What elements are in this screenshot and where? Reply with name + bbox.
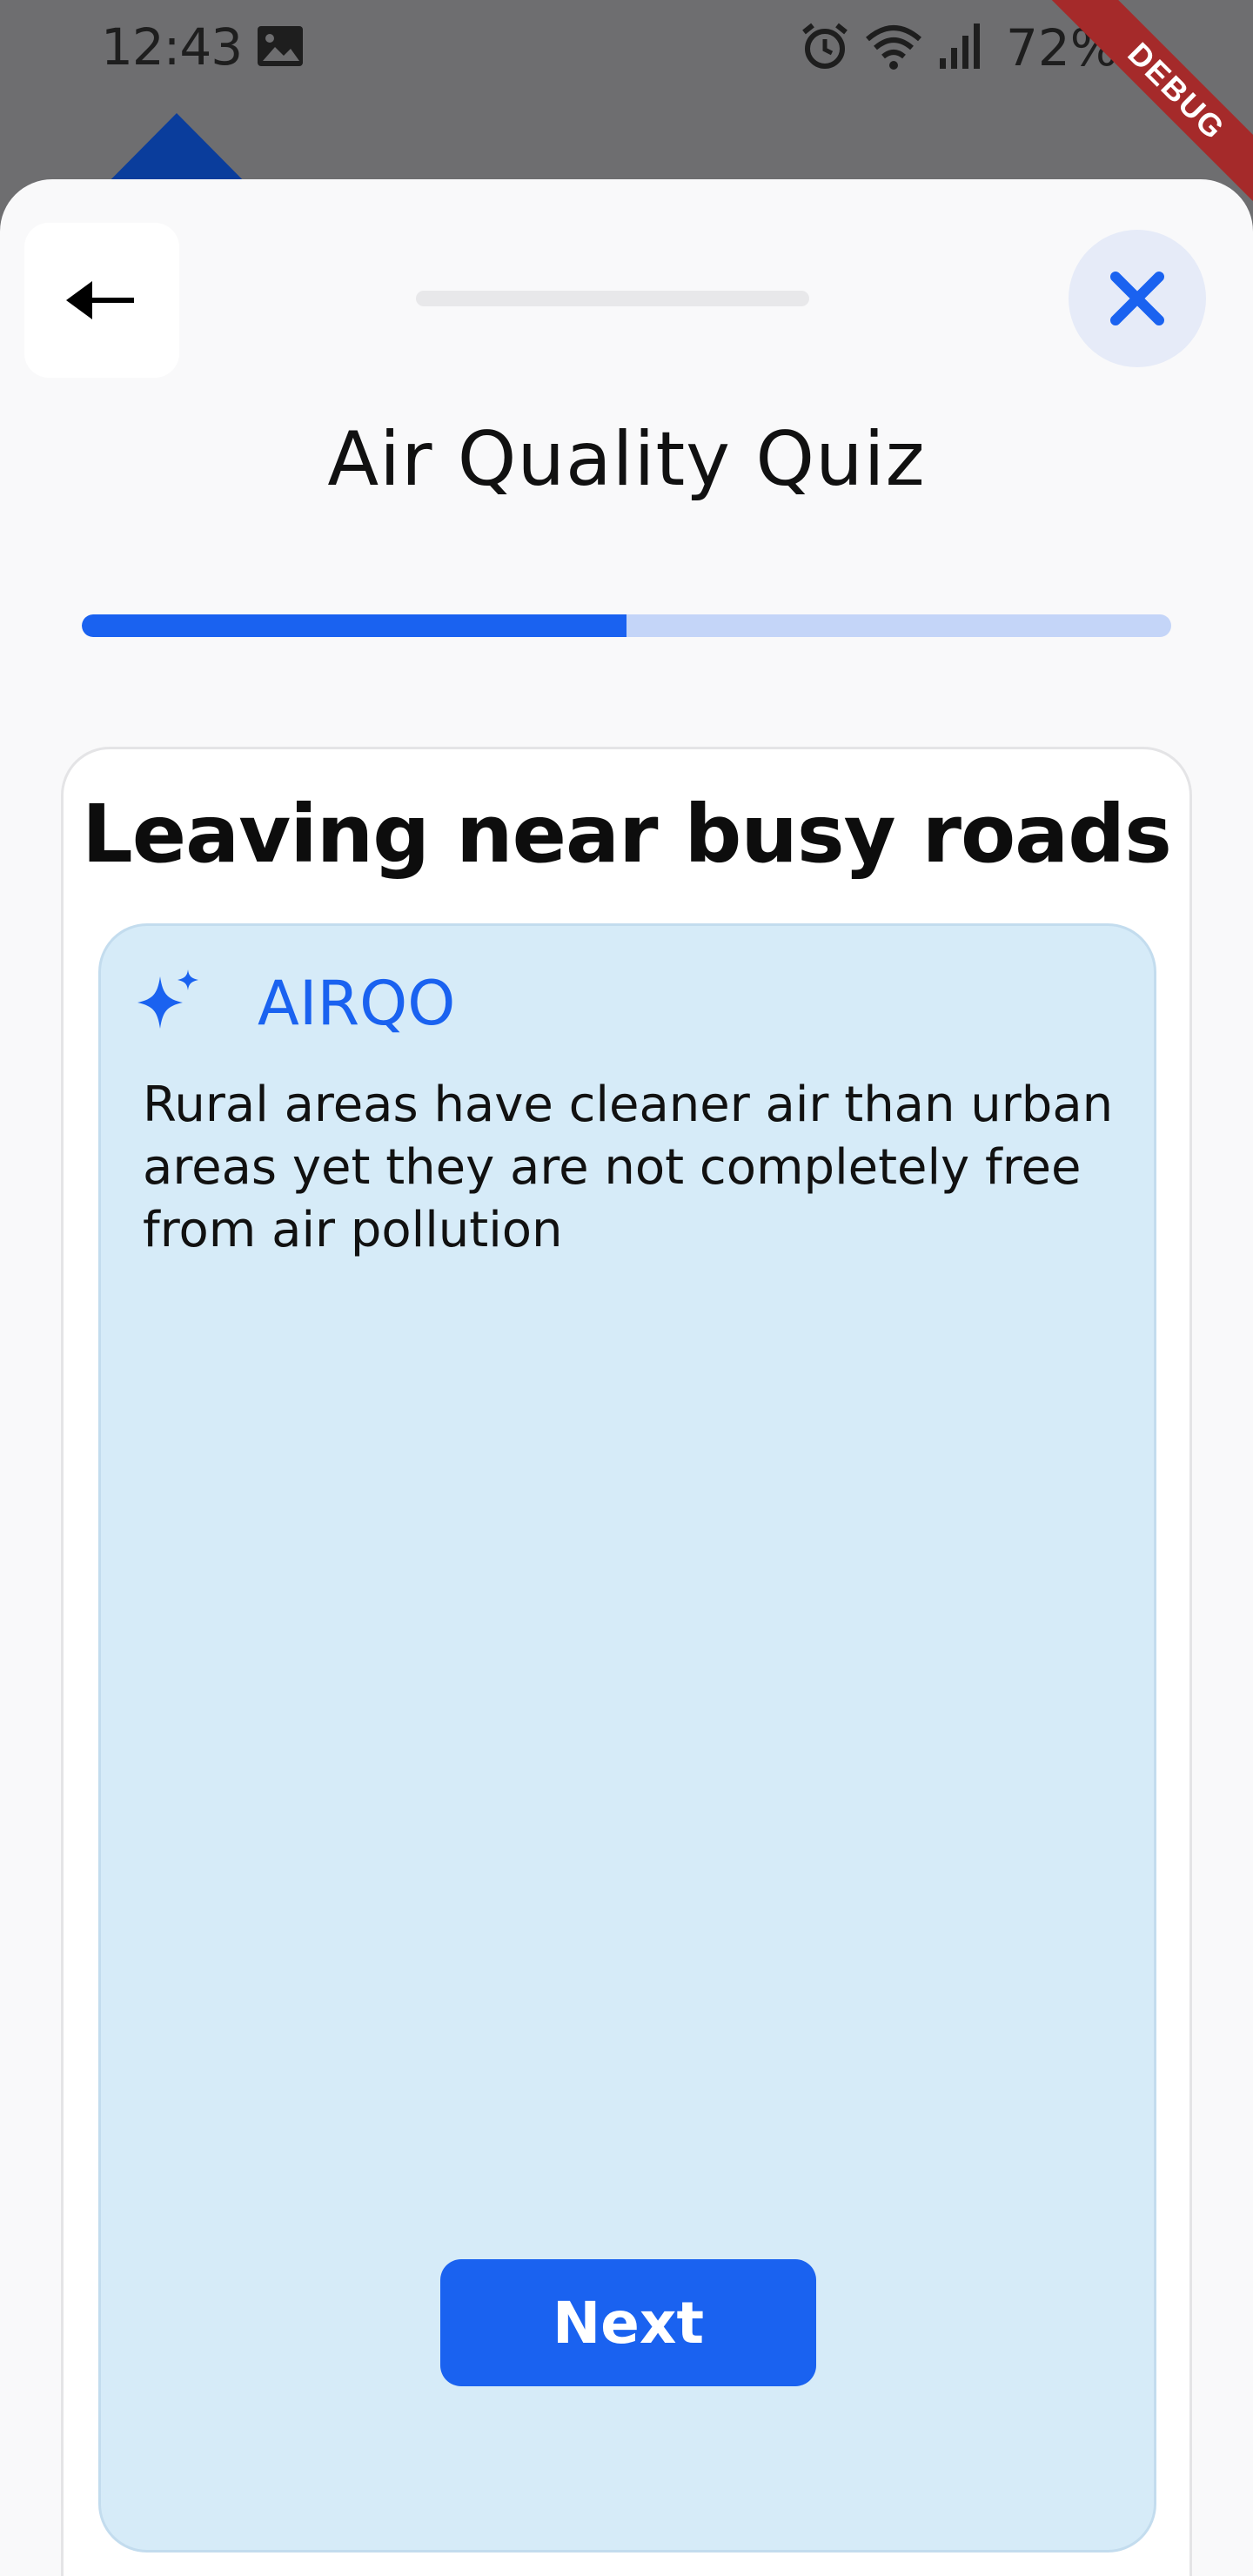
- gallery-icon: [256, 24, 305, 68]
- sparkle-icon: [137, 969, 198, 1029]
- back-button[interactable]: [24, 223, 179, 378]
- next-button[interactable]: Next: [440, 2259, 816, 2386]
- signal-icon: [936, 20, 985, 77]
- close-icon: [1110, 272, 1164, 325]
- battery-level: 72%: [1006, 18, 1118, 77]
- quiz-card: Leaving near busy roads AIRQO Rural area…: [61, 747, 1192, 2576]
- close-button[interactable]: [1069, 230, 1206, 367]
- card-title: Leaving near busy roads: [82, 788, 1172, 881]
- wifi-icon: [863, 20, 924, 77]
- info-box: AIRQO Rural areas have cleaner air than …: [98, 923, 1156, 2553]
- quiz-sheet: Air Quality Quiz Leaving near busy roads…: [0, 179, 1253, 2576]
- drag-handle[interactable]: [416, 291, 809, 306]
- alarm-icon: [799, 20, 851, 77]
- status-bar: 12:43 72%: [0, 0, 1253, 96]
- status-right: 72%: [799, 17, 1118, 78]
- quiz-progress-fill: [82, 614, 626, 637]
- brand-label: AIRQO: [258, 968, 456, 1039]
- status-time: 12:43: [101, 17, 243, 77]
- quiz-title: Air Quality Quiz: [327, 416, 926, 503]
- info-message: Rural areas have cleaner air than urban …: [143, 1077, 1114, 1258]
- back-arrow-icon: [66, 281, 134, 319]
- quiz-progress-bar: [82, 614, 1171, 637]
